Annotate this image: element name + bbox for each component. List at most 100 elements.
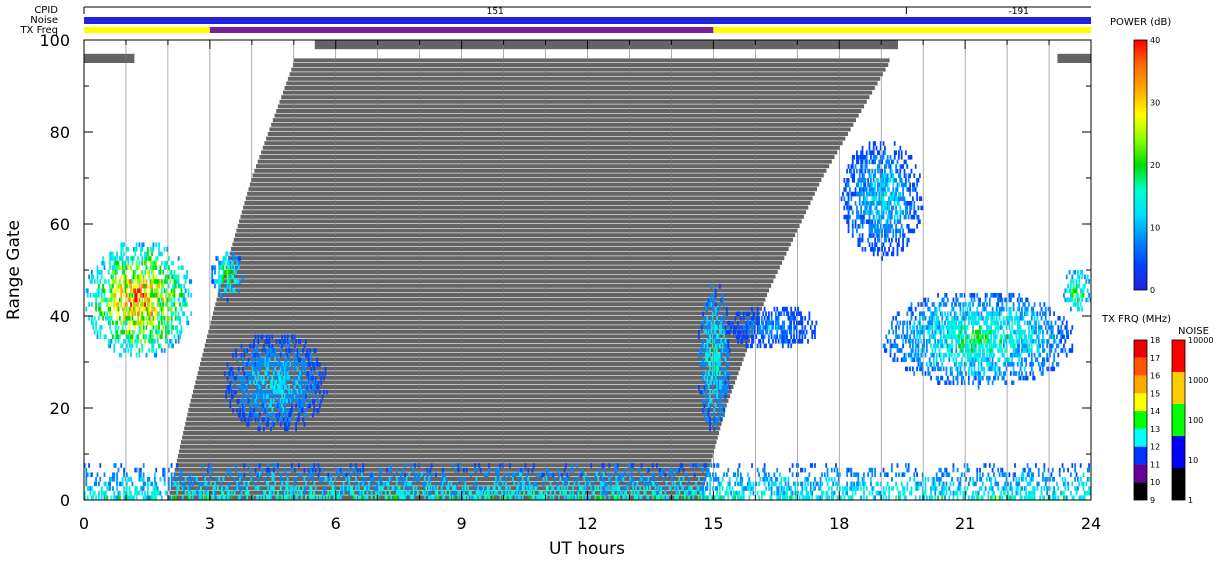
scatter-cell bbox=[697, 334, 700, 339]
scatter-cell bbox=[311, 371, 314, 376]
scatter-cell bbox=[235, 348, 237, 353]
scatter-cell bbox=[270, 362, 272, 367]
scatter-cell bbox=[955, 348, 958, 353]
scatter-cell bbox=[328, 481, 331, 487]
scatter-cell bbox=[1012, 380, 1015, 385]
scatter-cell bbox=[843, 178, 846, 183]
scatter-cell bbox=[998, 357, 1001, 362]
scatter-cell bbox=[142, 463, 145, 468]
scatter-cell bbox=[944, 320, 946, 326]
scatter-cell bbox=[854, 224, 857, 229]
scatter-cell bbox=[704, 389, 707, 395]
scatter-cell bbox=[885, 210, 888, 215]
scatter-cell bbox=[770, 311, 773, 316]
ground-scatter-row bbox=[187, 412, 725, 417]
scatter-cell bbox=[232, 251, 235, 257]
scatter-cell bbox=[237, 265, 240, 270]
scatter-cell bbox=[937, 362, 939, 367]
scatter-cell bbox=[542, 481, 545, 487]
scatter-cell bbox=[924, 316, 927, 321]
scatter-cell bbox=[317, 398, 320, 404]
scatter-cell bbox=[97, 288, 100, 293]
scatter-cell bbox=[316, 495, 318, 500]
ground-scatter-row bbox=[179, 444, 716, 449]
scatter-cell bbox=[892, 228, 895, 234]
scatter-cell bbox=[355, 477, 358, 482]
scatter-cell bbox=[233, 288, 236, 293]
scatter-cell bbox=[282, 352, 285, 358]
scatter-cell bbox=[297, 362, 300, 367]
scatter-cell bbox=[352, 490, 355, 496]
scatter-cell bbox=[720, 339, 723, 344]
scatter-cell bbox=[165, 334, 167, 339]
scatter-cell bbox=[256, 389, 258, 395]
scatter-cell bbox=[860, 210, 863, 215]
scatter-cell bbox=[1077, 270, 1079, 275]
ground-scatter-row bbox=[183, 431, 720, 435]
scatter-cell bbox=[593, 490, 595, 496]
ground-scatter-row bbox=[224, 270, 778, 274]
scatter-cell bbox=[240, 495, 243, 500]
scatter-cell bbox=[892, 316, 895, 321]
scatter-cell bbox=[263, 495, 265, 500]
scatter-cell bbox=[288, 343, 290, 349]
scatter-cell bbox=[426, 481, 429, 487]
scatter-cell bbox=[172, 343, 174, 349]
scatter-cell bbox=[428, 486, 430, 491]
scatter-cell bbox=[324, 486, 327, 491]
scatter-cell bbox=[303, 490, 306, 496]
scatter-cell bbox=[889, 242, 892, 247]
scatter-cell bbox=[229, 398, 232, 404]
scatter-cell bbox=[111, 334, 114, 339]
scatter-cell bbox=[144, 490, 146, 496]
scatter-cell bbox=[895, 237, 897, 243]
scatter-cell bbox=[767, 325, 770, 330]
scatter-cell bbox=[1012, 362, 1015, 367]
scatter-cell bbox=[573, 481, 576, 487]
scatter-cell bbox=[1039, 352, 1042, 358]
scatter-cell bbox=[300, 495, 303, 500]
scatter-cell bbox=[309, 467, 311, 473]
scatter-cell bbox=[240, 343, 243, 349]
scatter-cell bbox=[279, 408, 282, 413]
scatter-cell bbox=[939, 302, 942, 307]
scatter-cell bbox=[986, 320, 988, 326]
scatter-cell bbox=[1046, 329, 1049, 335]
scatter-cell bbox=[479, 495, 482, 500]
scatter-cell bbox=[909, 320, 911, 326]
scatter-cell bbox=[951, 352, 953, 358]
scatter-cell bbox=[316, 357, 318, 362]
scatter-cell bbox=[214, 486, 216, 491]
scatter-cell bbox=[152, 325, 155, 330]
scatter-cell bbox=[939, 329, 942, 335]
scatter-cell bbox=[521, 495, 524, 500]
scatter-cell bbox=[931, 320, 934, 326]
scatter-cell bbox=[137, 334, 139, 339]
scatter-cell bbox=[861, 233, 864, 238]
scatter-cell bbox=[1036, 316, 1039, 321]
scatter-cell bbox=[875, 242, 878, 247]
scatter-cell bbox=[703, 316, 706, 321]
scatter-cell bbox=[183, 486, 186, 491]
ground-scatter-top-band-1 bbox=[314, 40, 898, 50]
scatter-cell bbox=[88, 302, 90, 307]
ground-scatter-row bbox=[233, 237, 794, 242]
scatter-cell bbox=[949, 311, 952, 316]
scatter-cell bbox=[1026, 375, 1029, 381]
scatter-cell bbox=[941, 339, 944, 344]
ground-scatter-row bbox=[225, 265, 780, 270]
scatter-cell bbox=[893, 155, 896, 160]
scatter-cell bbox=[135, 283, 138, 289]
scatter-cell bbox=[542, 477, 545, 482]
scatter-cell bbox=[88, 274, 90, 280]
scatter-cell bbox=[553, 477, 556, 482]
scatter-cell bbox=[918, 316, 921, 321]
scatter-cell bbox=[429, 490, 432, 496]
scatter-cell bbox=[179, 316, 181, 321]
scatter-cell bbox=[906, 311, 909, 316]
scatter-cell bbox=[1023, 329, 1026, 335]
scatter-cell bbox=[310, 380, 313, 385]
scatter-cell bbox=[772, 325, 774, 330]
scatter-cell bbox=[488, 495, 490, 500]
scatter-cell bbox=[304, 339, 307, 344]
